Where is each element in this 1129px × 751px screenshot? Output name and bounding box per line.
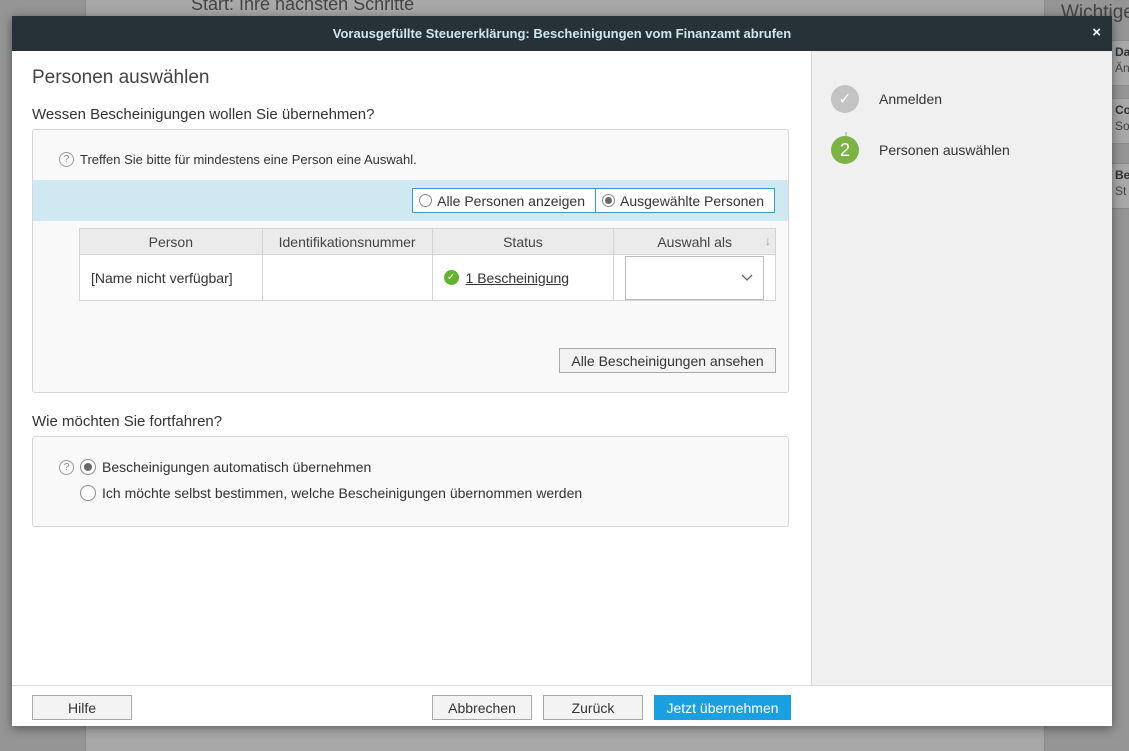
background-card: Da Än	[1112, 40, 1129, 86]
steps-panel: ✓ Anmelden 2 Personen auswählen	[811, 51, 1112, 685]
proceed-option-label: Ich möchte selbst bestimmen, welche Besc…	[102, 485, 583, 501]
column-header-person[interactable]: Person	[79, 228, 263, 255]
radio-checked-icon[interactable]	[602, 194, 615, 207]
cell-status: ✓ 1 Bescheinigung	[431, 254, 615, 301]
apply-button[interactable]: Jetzt übernehmen	[654, 695, 791, 720]
step-label: Anmelden	[879, 91, 943, 107]
step-login: ✓ Anmelden	[831, 85, 942, 113]
cell-selection	[613, 254, 776, 301]
radio-icon[interactable]	[80, 485, 96, 501]
close-icon[interactable]: ×	[1092, 25, 1101, 41]
background-heading: Start: Ihre nächsten Schritte	[191, 0, 415, 14]
table-row: [Name nicht verfügbar] ✓ 1 Bescheinigung	[79, 254, 776, 301]
filter-all-persons[interactable]: Alle Personen anzeigen	[413, 189, 595, 212]
persons-panel: ? Treffen Sie bitte für mindestens eine …	[32, 129, 789, 393]
column-header-selection[interactable]: Auswahl als ↓	[613, 228, 776, 255]
persons-table: Person Identifikationsnummer Status Ausw…	[79, 228, 776, 301]
dialog-titlebar: Vorausgefüllte Steuererklärung: Beschein…	[12, 16, 1112, 51]
section-persons-label: Wessen Bescheinigungen wollen Sie überne…	[32, 106, 375, 123]
background-card-title: Co	[1115, 103, 1129, 117]
section-proceed-label: Wie möchten Sie fortfahren?	[32, 413, 223, 430]
cell-person: [Name nicht verfügbar]	[79, 254, 263, 301]
dialog-footer: Hilfe Abbrechen Zurück Jetzt übernehmen	[12, 685, 1112, 726]
table-header-row: Person Identifikationsnummer Status Ausw…	[79, 228, 776, 255]
radio-icon[interactable]	[419, 194, 433, 207]
hint-row: ? Treffen Sie bitte für mindestens eine …	[59, 152, 417, 167]
cell-id	[261, 254, 433, 301]
column-header-status[interactable]: Status	[431, 228, 615, 255]
help-button[interactable]: Hilfe	[32, 695, 132, 720]
person-filter-toggle: Alle Personen anzeigen Ausgewählte Perso…	[412, 188, 775, 213]
hint-text: Treffen Sie bitte für mindestens eine Pe…	[80, 152, 417, 167]
proceed-panel: ? Bescheinigungen automatisch übernehmen…	[32, 436, 789, 527]
step-select-persons: 2 Personen auswählen	[831, 136, 1010, 164]
background-card: Co So	[1112, 98, 1129, 144]
background-card: Be St	[1112, 163, 1129, 209]
proceed-option-label: Bescheinigungen automatisch übernehmen	[102, 459, 372, 475]
proceed-option-auto[interactable]: ? Bescheinigungen automatisch übernehmen	[59, 459, 371, 475]
cancel-button[interactable]: Abbrechen	[432, 695, 532, 720]
background-card-title: Da	[1115, 45, 1129, 59]
radio-checked-icon[interactable]	[80, 459, 96, 475]
dialog-title: Vorausgefüllte Steuererklärung: Beschein…	[332, 26, 792, 41]
background-card-title: Be	[1115, 168, 1129, 182]
certificate-link[interactable]: 1 Bescheinigung	[466, 270, 570, 286]
help-icon[interactable]: ?	[59, 459, 74, 475]
dialog-content: Personen auswählen Wessen Bescheinigunge…	[12, 51, 812, 685]
help-icon[interactable]: ?	[59, 152, 74, 167]
filter-selected-persons[interactable]: Ausgewählte Personen	[595, 189, 774, 212]
chevron-down-icon	[741, 270, 753, 285]
column-header-id[interactable]: Identifikationsnummer	[261, 228, 433, 255]
check-circle-icon: ✓	[443, 270, 459, 285]
page-title: Personen auswählen	[32, 67, 210, 88]
proceed-option-manual[interactable]: Ich möchte selbst bestimmen, welche Besc…	[80, 485, 582, 501]
background-card-subtitle: So	[1115, 119, 1129, 133]
checkmark-icon: ✓	[831, 85, 859, 113]
sort-arrow-icon[interactable]: ↓	[765, 234, 771, 248]
filter-option-label: Ausgewählte Personen	[620, 192, 764, 209]
filter-option-label: Alle Personen anzeigen	[437, 192, 585, 209]
background-card-subtitle: Än	[1115, 61, 1129, 75]
import-dialog: Vorausgefüllte Steuererklärung: Beschein…	[12, 16, 1112, 726]
filter-bar: Alle Personen anzeigen Ausgewählte Perso…	[33, 180, 788, 221]
back-button[interactable]: Zurück	[543, 695, 643, 720]
step-label: Personen auswählen	[879, 142, 1010, 158]
selection-dropdown[interactable]	[625, 255, 764, 300]
view-all-certificates-button[interactable]: Alle Bescheinigungen ansehen	[559, 348, 776, 373]
column-header-selection-label: Auswahl als	[657, 233, 733, 250]
background-card-subtitle: St	[1115, 184, 1127, 198]
step-number-badge: 2	[831, 136, 859, 164]
